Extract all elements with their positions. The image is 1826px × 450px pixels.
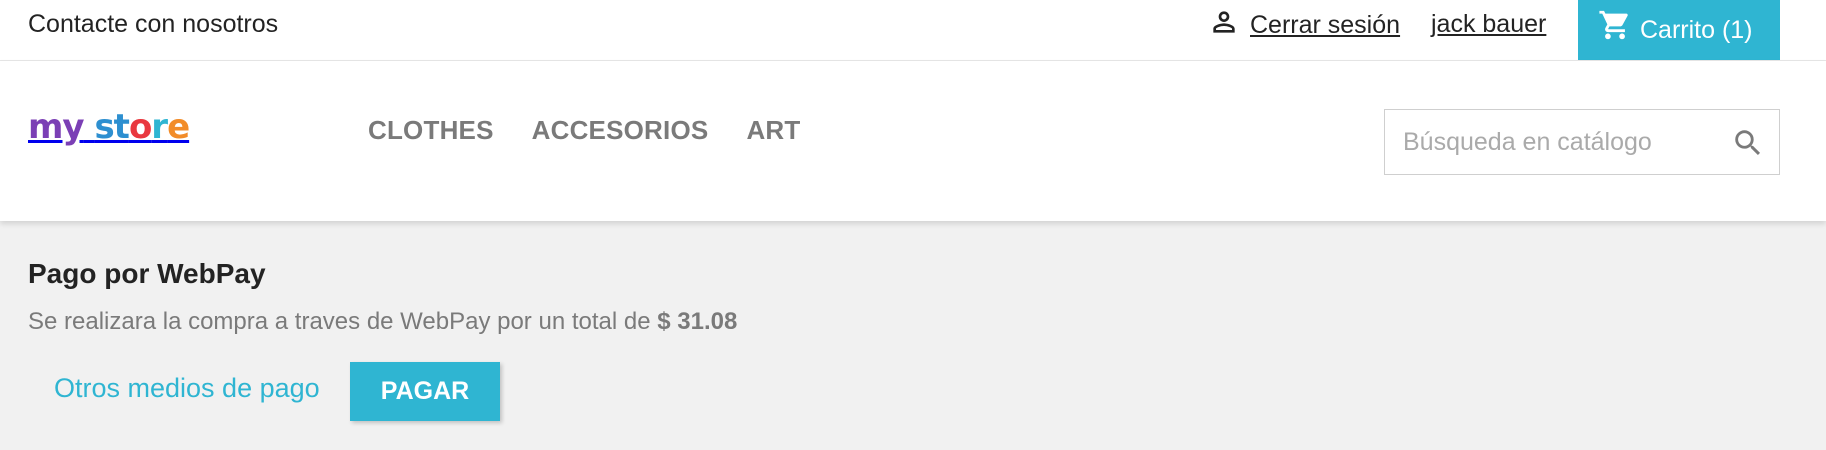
- logout-label: Cerrar sesión: [1250, 10, 1401, 39]
- shopping-cart-icon: [1598, 10, 1632, 49]
- top-bar: Contacte con nosotros Cerrar sesión jack…: [0, 0, 1826, 61]
- page-title: Pago por WebPay: [28, 258, 266, 289]
- cart-label: Carrito (1): [1640, 15, 1753, 44]
- nav-item-accesorios[interactable]: ACCESORIOS: [532, 115, 709, 146]
- store-logo[interactable]: my store: [28, 107, 190, 147]
- payment-total: $ 31.08: [657, 308, 738, 335]
- other-payment-methods-link[interactable]: Otros medios de pago: [54, 373, 320, 404]
- cart-button[interactable]: Carrito (1): [1578, 0, 1780, 60]
- user-icon: [1208, 6, 1240, 45]
- main-header: my store CLOTHES ACCESORIOS ART: [0, 61, 1826, 221]
- search-input[interactable]: [1385, 110, 1715, 174]
- account-name-link[interactable]: jack bauer: [1431, 10, 1546, 39]
- main-nav: CLOTHES ACCESORIOS ART: [368, 115, 800, 146]
- payment-description: Se realizara la compra a traves de WebPa…: [28, 308, 737, 336]
- nav-item-clothes[interactable]: CLOTHES: [368, 115, 494, 146]
- payment-section: Pago por WebPay Se realizara la compra a…: [28, 258, 737, 336]
- contact-link[interactable]: Contacte con nosotros: [28, 10, 278, 39]
- search-box: [1384, 109, 1780, 175]
- payment-description-text: Se realizara la compra a traves de WebPa…: [28, 308, 658, 335]
- search-icon[interactable]: [1731, 126, 1765, 160]
- pay-button[interactable]: PAGAR: [350, 362, 500, 421]
- logout-link[interactable]: Cerrar sesión: [1208, 8, 1400, 42]
- nav-item-art[interactable]: ART: [746, 115, 800, 146]
